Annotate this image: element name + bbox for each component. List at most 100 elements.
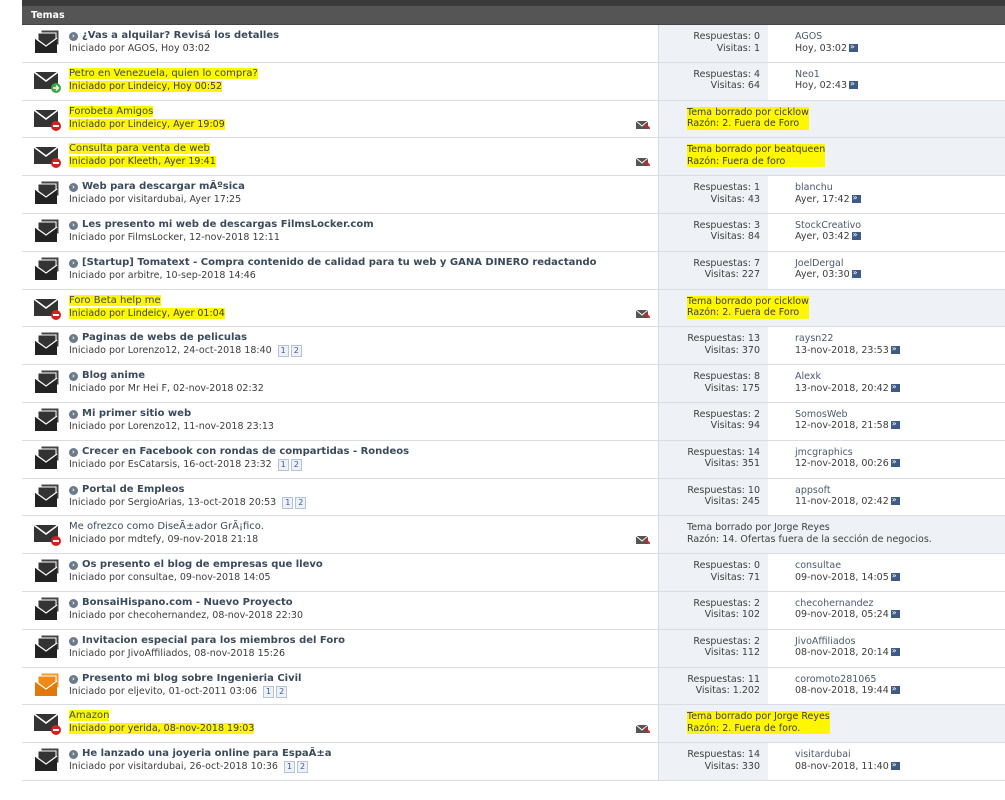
- thread-title-link[interactable]: Web para descargar mÃºsica: [82, 181, 245, 192]
- last-poster-link[interactable]: visitardubai: [795, 749, 900, 761]
- thread-title-link[interactable]: Mi primer sitio web: [82, 408, 191, 419]
- page-link[interactable]: 1: [282, 496, 294, 509]
- last-post-cell: visitardubai 08-nov-2018, 11:40: [768, 743, 1005, 780]
- go-to-last-post-icon[interactable]: [890, 343, 900, 354]
- go-to-first-unread-icon[interactable]: ›: [69, 598, 78, 608]
- last-poster-link[interactable]: jmcgraphics: [795, 447, 900, 459]
- moderation-cell: [636, 25, 658, 62]
- thread-title-link[interactable]: Os presento el blog de empresas que llev…: [82, 559, 323, 570]
- thread-starter: Iniciado por mdtefy, 09-nov-2018 21:18: [69, 534, 259, 546]
- last-poster-link[interactable]: raysn22: [795, 333, 900, 345]
- replies-count: Respuestas: 1: [693, 182, 760, 194]
- last-post-date: Ayer, 17:42: [795, 193, 850, 205]
- page-link[interactable]: 1: [283, 761, 296, 774]
- thread-title-link[interactable]: Presento mi blog sobre Ingenieria Civil: [82, 673, 301, 684]
- go-to-first-unread-icon[interactable]: ›: [69, 32, 78, 41]
- replies-count: Respuestas: 2: [693, 408, 760, 420]
- moderation-cell: [635, 290, 658, 327]
- thread-title-link[interactable]: Petro en Venezuela, quien lo compra?: [69, 67, 258, 79]
- go-to-first-unread-icon[interactable]: ›: [69, 258, 78, 268]
- thread-title-link[interactable]: Les presento mi web de descargas FilmsLo…: [82, 219, 374, 230]
- thread-title-link[interactable]: Blog anime: [82, 370, 145, 381]
- go-to-first-unread-icon[interactable]: ›: [69, 372, 78, 382]
- thread-title-link[interactable]: Amazon: [69, 710, 110, 722]
- last-poster-link[interactable]: StockCreativo: [795, 220, 861, 232]
- thread-stats-cell: Respuestas: 0 Visitas: 1: [658, 25, 768, 62]
- thread-stack-icon: [32, 596, 62, 622]
- thread-stats-cell: Respuestas: 11 Visitas: 1.202: [658, 667, 768, 705]
- thread-starter-line: Iniciado por Kleeth, Ayer 19:41: [69, 156, 216, 168]
- thread-pagination: 12: [277, 345, 304, 358]
- moderation-cell: [635, 101, 658, 138]
- last-poster-link[interactable]: JivoAffiliados: [795, 636, 900, 648]
- go-to-last-post-icon[interactable]: [851, 267, 861, 279]
- go-to-last-post-icon[interactable]: [849, 78, 858, 90]
- go-to-first-unread-icon[interactable]: ›: [69, 334, 78, 344]
- go-to-last-post-icon[interactable]: [890, 494, 900, 506]
- last-poster-link[interactable]: checohernandez: [795, 598, 900, 610]
- go-to-first-unread-icon[interactable]: ›: [69, 183, 78, 193]
- go-to-first-unread-icon[interactable]: ›: [69, 409, 78, 419]
- last-poster-link[interactable]: coromoto281065: [795, 674, 900, 686]
- page-link[interactable]: 2: [276, 685, 288, 698]
- go-to-last-post-icon[interactable]: [851, 192, 861, 203]
- go-to-last-post-icon[interactable]: [890, 645, 900, 657]
- thread-stack-icon: [32, 483, 62, 509]
- page-link[interactable]: 1: [263, 685, 275, 698]
- last-post-date: 12-nov-2018, 21:58: [795, 420, 889, 432]
- last-poster-link[interactable]: Alexk: [795, 371, 900, 383]
- page-link[interactable]: 2: [297, 761, 309, 774]
- thread-title-link[interactable]: He lanzado una joyeria online para EspaÃ…: [82, 748, 332, 759]
- go-to-first-unread-icon[interactable]: ›: [69, 750, 78, 760]
- go-to-last-post-icon[interactable]: [890, 418, 900, 430]
- page-link[interactable]: 1: [277, 458, 289, 471]
- go-to-last-post-icon[interactable]: [890, 759, 900, 770]
- go-to-last-post-icon[interactable]: [890, 381, 900, 392]
- go-to-first-unread-icon[interactable]: ›: [69, 561, 78, 571]
- last-poster-link[interactable]: consultae: [795, 560, 900, 572]
- page-link[interactable]: 2: [295, 496, 307, 509]
- go-to-first-unread-icon[interactable]: ›: [69, 674, 78, 684]
- moderation-cell: [636, 554, 658, 591]
- go-to-last-post-icon[interactable]: [851, 229, 861, 241]
- last-poster-link[interactable]: JoelDergal: [795, 258, 861, 270]
- replies-count: Respuestas: 0: [693, 560, 760, 572]
- go-to-last-post-icon[interactable]: [890, 570, 900, 581]
- last-poster-link[interactable]: appsoft: [795, 485, 900, 497]
- go-to-first-unread-icon[interactable]: ›: [69, 485, 78, 495]
- thread-title-link[interactable]: [Startup] Tomatext - Compra contenido de…: [82, 257, 597, 268]
- thread-title-row: › Invitacion especial para los miembros d…: [69, 635, 345, 646]
- thread-title-link[interactable]: Consulta para venta de web: [69, 143, 210, 155]
- thread-title-link[interactable]: ¿Vas a alquilar? Revisá los detalles: [82, 30, 279, 41]
- go-to-last-post-icon[interactable]: [849, 41, 858, 52]
- page-link[interactable]: 2: [290, 458, 302, 471]
- last-poster-link[interactable]: Neo1: [795, 69, 858, 81]
- last-poster-link[interactable]: AGOS: [795, 31, 858, 43]
- thread-title-link[interactable]: Paginas de webs de peliculas: [82, 332, 247, 343]
- thread-starter: Iniciado por AGOS, Hoy 03:02: [69, 43, 210, 54]
- moderation-cell: [636, 176, 658, 213]
- thread-pagination: 12: [277, 458, 304, 471]
- thread-starter-line: Iniciado por arbitre, 10-sep-2018 14:46: [69, 270, 256, 281]
- thread-row: › ¿Vas a alquilar? Revisá los detalles Ini…: [22, 25, 1005, 63]
- go-to-first-unread-icon[interactable]: ›: [69, 447, 78, 457]
- thread-title-link[interactable]: BonsaiHispano.com - Nuevo Proyecto: [82, 597, 293, 608]
- page-link[interactable]: 2: [290, 345, 302, 358]
- go-to-last-post-icon[interactable]: [890, 607, 900, 619]
- thread-title-link[interactable]: Me ofrezco como DiseÃ±ador GrÃ¡fico.: [69, 521, 264, 532]
- thread-title-row: › Os presento el blog de empresas que lle…: [69, 559, 323, 571]
- go-to-first-unread-icon[interactable]: ›: [69, 636, 78, 646]
- last-poster-link[interactable]: SomosWeb: [795, 409, 900, 421]
- moderation-cell: [636, 479, 658, 516]
- thread-title-link[interactable]: Invitacion especial para los miembros de…: [82, 635, 345, 646]
- thread-title-link[interactable]: Foro Beta help me: [69, 294, 161, 306]
- go-to-last-post-icon[interactable]: [890, 683, 900, 695]
- thread-title-link[interactable]: Portal de Empleos: [82, 484, 184, 495]
- thread-title-link[interactable]: Forobeta Amigos: [69, 105, 154, 117]
- go-to-first-unread-icon[interactable]: ›: [69, 220, 78, 230]
- page-link[interactable]: 1: [277, 345, 289, 358]
- go-to-last-post-icon[interactable]: [890, 456, 900, 468]
- thread-stack-icon: [32, 180, 62, 206]
- thread-title-link[interactable]: Crecer en Facebook con rondas de compart…: [82, 446, 409, 457]
- last-poster-link[interactable]: blanchu: [795, 182, 861, 194]
